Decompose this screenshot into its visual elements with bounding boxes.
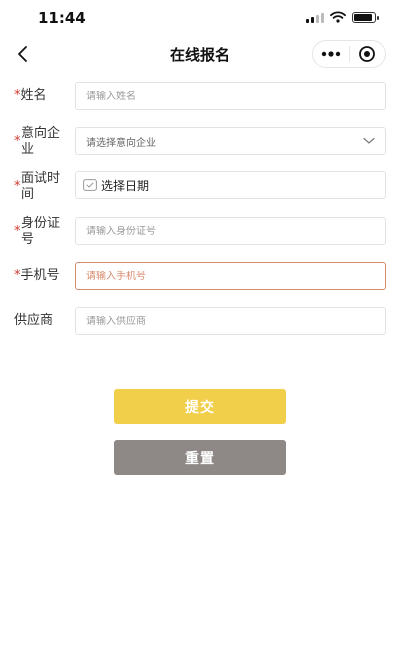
- phone-field[interactable]: [75, 262, 386, 290]
- chevron-down-icon: [363, 137, 375, 144]
- wifi-icon: [330, 11, 346, 23]
- company-select-placeholder: 请选择意向企业: [86, 137, 156, 149]
- date-picker[interactable]: 选择日期: [75, 171, 386, 199]
- required-mark: *: [14, 224, 21, 239]
- required-mark: *: [14, 134, 21, 149]
- name-input[interactable]: [86, 90, 375, 102]
- date-picker-value: 选择日期: [101, 178, 150, 193]
- phone-label: *手机号: [14, 268, 60, 283]
- more-dots-icon: [321, 51, 340, 57]
- submit-button[interactable]: 提交: [114, 389, 286, 424]
- navigation-bar: 在线报名: [0, 36, 400, 72]
- more-button[interactable]: [313, 41, 349, 67]
- reset-button[interactable]: 重置: [114, 440, 286, 475]
- mini-program-capsule: [312, 40, 386, 68]
- status-bar: 11:44: [0, 0, 400, 36]
- close-mini-program-button[interactable]: [350, 41, 386, 67]
- supplier-label: 供应商: [14, 313, 54, 328]
- battery-icon: [352, 11, 379, 23]
- supplier-input[interactable]: [86, 315, 375, 327]
- name-field[interactable]: [75, 82, 386, 110]
- status-time: 11:44: [38, 9, 86, 27]
- battery-level: [354, 13, 372, 21]
- required-mark: *: [14, 179, 21, 194]
- phone-input[interactable]: [86, 270, 375, 282]
- id-number-input[interactable]: [86, 225, 375, 237]
- supplier-field[interactable]: [75, 307, 386, 335]
- status-icons: [306, 11, 379, 23]
- calendar-check-icon: [83, 179, 97, 191]
- id-number-field[interactable]: [75, 217, 386, 245]
- interview-time-label: * 面试时 间: [14, 171, 61, 202]
- company-select[interactable]: 请选择意向企业: [75, 127, 386, 155]
- name-label: *姓名: [14, 88, 47, 103]
- id-number-label: * 身份证 号: [14, 216, 61, 247]
- cellular-signal-icon: [306, 12, 324, 23]
- company-label: * 意向企 业: [14, 126, 61, 157]
- target-close-icon: [359, 46, 376, 62]
